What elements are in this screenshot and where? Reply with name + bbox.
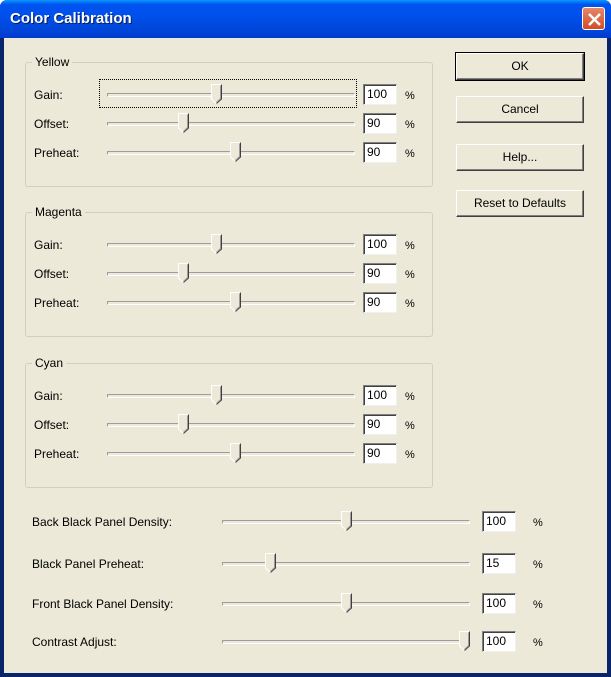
yellow-offset-slider-track[interactable] (107, 122, 355, 126)
front-black-panel-density-slider-thumb[interactable] (341, 593, 352, 614)
cancel-button[interactable]: Cancel (456, 96, 584, 123)
yellow-offset-label: Offset: (34, 117, 70, 131)
back-black-panel-density-label: Back Black Panel Density: (32, 515, 173, 529)
yellow-gain-unit-label: % (405, 90, 415, 102)
black-panel-preheat-slider-thumb[interactable] (265, 553, 276, 574)
close-icon (588, 13, 601, 26)
magenta-preheat-value-field[interactable]: 90 (363, 292, 397, 313)
help-button[interactable]: Help... (456, 144, 584, 171)
cyan-gain-unit-label: % (405, 391, 415, 403)
magenta-offset-label: Offset: (34, 267, 70, 281)
back-black-panel-density-value-field[interactable]: 100 (482, 511, 516, 532)
magenta-offset-unit-label: % (405, 269, 415, 281)
cyan-preheat-value-field[interactable]: 90 (363, 443, 397, 464)
contrast-adjust-label: Contrast Adjust: (32, 635, 117, 649)
contrast-adjust-unit-label: % (533, 637, 543, 649)
yellow-offset-slider-thumb[interactable] (178, 113, 189, 134)
yellow-gain-label: Gain: (34, 88, 63, 102)
yellow-offset-value-field[interactable]: 90 (363, 113, 397, 134)
contrast-adjust-value-field[interactable]: 100 (482, 631, 516, 652)
magenta-preheat-slider-thumb[interactable] (230, 292, 241, 313)
cyan-offset-value-field[interactable]: 90 (363, 414, 397, 435)
black-panel-preheat-slider-track[interactable] (222, 562, 470, 566)
yellow-preheat-label: Preheat: (34, 146, 80, 160)
cyan-offset-slider-track[interactable] (107, 423, 355, 427)
group-label-yellow: Yellow (32, 55, 73, 69)
magenta-gain-value-field[interactable]: 100 (363, 234, 397, 255)
cyan-preheat-unit-label: % (405, 449, 415, 461)
magenta-gain-unit-label: % (405, 240, 415, 252)
yellow-gain-slider-thumb[interactable] (211, 84, 222, 105)
front-black-panel-density-unit-label: % (533, 599, 543, 611)
contrast-adjust-slider-thumb[interactable] (459, 631, 470, 652)
group-label-magenta: Magenta (32, 205, 85, 219)
cyan-offset-unit-label: % (405, 420, 415, 432)
close-button[interactable] (582, 7, 605, 30)
contrast-adjust-slider-track[interactable] (222, 640, 470, 644)
magenta-gain-slider-track[interactable] (107, 243, 355, 247)
dialog-window: Color Calibration Yellow Magenta Cyan OK… (0, 0, 611, 677)
front-black-panel-density-label: Front Black Panel Density: (32, 597, 174, 611)
cyan-gain-slider-track[interactable] (107, 394, 355, 398)
title-bar[interactable]: Color Calibration (0, 0, 611, 38)
yellow-preheat-slider-thumb[interactable] (230, 142, 241, 163)
cyan-gain-label: Gain: (34, 389, 63, 403)
magenta-offset-slider-thumb[interactable] (178, 263, 189, 284)
yellow-gain-slider-track[interactable] (107, 93, 355, 97)
dialog-client-area: Yellow Magenta Cyan OK Cancel Help... Re… (4, 38, 607, 673)
magenta-offset-value-field[interactable]: 90 (363, 263, 397, 284)
yellow-offset-unit-label: % (405, 119, 415, 131)
yellow-preheat-value-field[interactable]: 90 (363, 142, 397, 163)
cyan-offset-label: Offset: (34, 418, 70, 432)
magenta-gain-label: Gain: (34, 238, 63, 252)
cyan-gain-value-field[interactable]: 100 (363, 385, 397, 406)
yellow-gain-value-field[interactable]: 100 (363, 84, 397, 105)
cyan-offset-slider-thumb[interactable] (178, 414, 189, 435)
group-label-cyan: Cyan (32, 356, 67, 370)
reset-defaults-button[interactable]: Reset to Defaults (456, 190, 584, 217)
ok-button[interactable]: OK (455, 52, 585, 81)
back-black-panel-density-unit-label: % (533, 517, 543, 529)
magenta-gain-slider-thumb[interactable] (211, 234, 222, 255)
window-title: Color Calibration (10, 10, 132, 27)
front-black-panel-density-value-field[interactable]: 100 (482, 593, 516, 614)
cyan-preheat-slider-thumb[interactable] (230, 443, 241, 464)
magenta-preheat-label: Preheat: (34, 296, 80, 310)
magenta-offset-slider-track[interactable] (107, 272, 355, 276)
cyan-gain-slider-thumb[interactable] (211, 385, 222, 406)
black-panel-preheat-unit-label: % (533, 559, 543, 571)
magenta-preheat-unit-label: % (405, 298, 415, 310)
cyan-preheat-label: Preheat: (34, 447, 80, 461)
black-panel-preheat-label: Black Panel Preheat: (32, 557, 145, 571)
back-black-panel-density-slider-thumb[interactable] (341, 511, 352, 532)
black-panel-preheat-value-field[interactable]: 15 (482, 553, 516, 574)
yellow-preheat-unit-label: % (405, 148, 415, 160)
